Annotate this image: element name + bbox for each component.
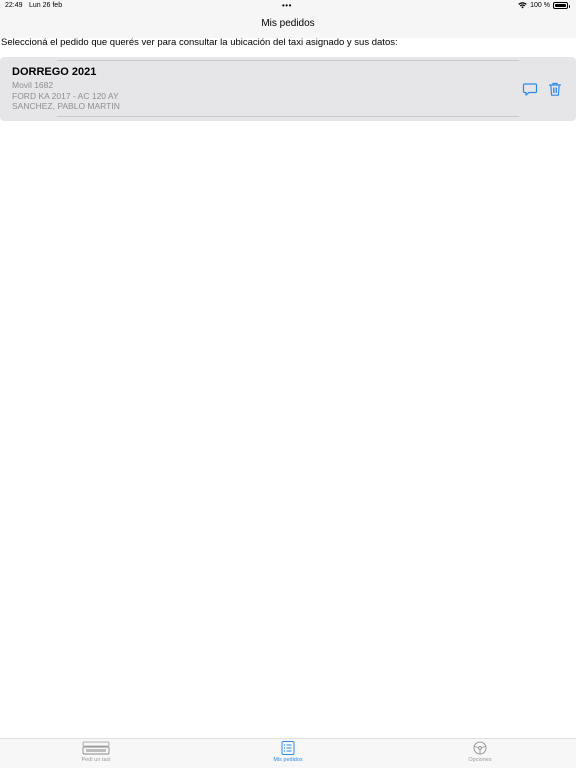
page-title: Mis pedidos	[261, 18, 315, 29]
battery-icon	[553, 2, 570, 9]
chat-bubble-icon[interactable]	[522, 81, 538, 97]
order-driver: SANCHEZ, PABLO MARTIN	[12, 101, 120, 111]
steering-wheel-icon	[473, 741, 487, 755]
tab-bar: Pedí un taxi Mis pedidos Opciones	[0, 738, 576, 768]
tab-mis-pedidos[interactable]: Mis pedidos	[248, 741, 328, 767]
battery-percent: 100 %	[530, 2, 550, 9]
status-bar: 22:49 Lun 26 feb ••• 100 %	[0, 0, 576, 13]
trash-icon[interactable]	[547, 81, 563, 97]
app-screen: 22:49 Lun 26 feb ••• 100 % Mis pedidos S…	[0, 0, 576, 768]
order-address: DORREGO 2021	[12, 66, 97, 78]
wifi-icon	[518, 2, 527, 9]
order-vehicle: FORD KA 2017 - AC 120 AY	[12, 91, 119, 101]
taxi-sign-icon	[82, 741, 110, 755]
status-indicators: 100 %	[518, 2, 570, 9]
order-movil: Movil 1682	[12, 80, 54, 90]
multitasking-dots[interactable]: •••	[282, 1, 292, 10]
list-icon	[281, 741, 295, 755]
tab-pedi-un-taxi[interactable]: Pedí un taxi	[56, 741, 136, 767]
instruction-text: Seleccioná el pedido que querés ver para…	[1, 37, 398, 48]
navigation-bar: Mis pedidos	[0, 13, 576, 38]
tab-label: Mis pedidos	[273, 757, 303, 763]
tab-label: Opciones	[468, 757, 492, 763]
tab-opciones[interactable]: Opciones	[440, 741, 520, 767]
status-date: Lun 26 feb	[29, 2, 63, 9]
card-separator-bottom	[57, 116, 519, 117]
order-list-item[interactable]: DORREGO 2021 Movil 1682 FORD KA 2017 - A…	[0, 57, 576, 121]
tab-label: Pedí un taxi	[81, 757, 111, 763]
status-time: 22:49	[5, 2, 23, 9]
card-separator-top	[57, 60, 519, 61]
